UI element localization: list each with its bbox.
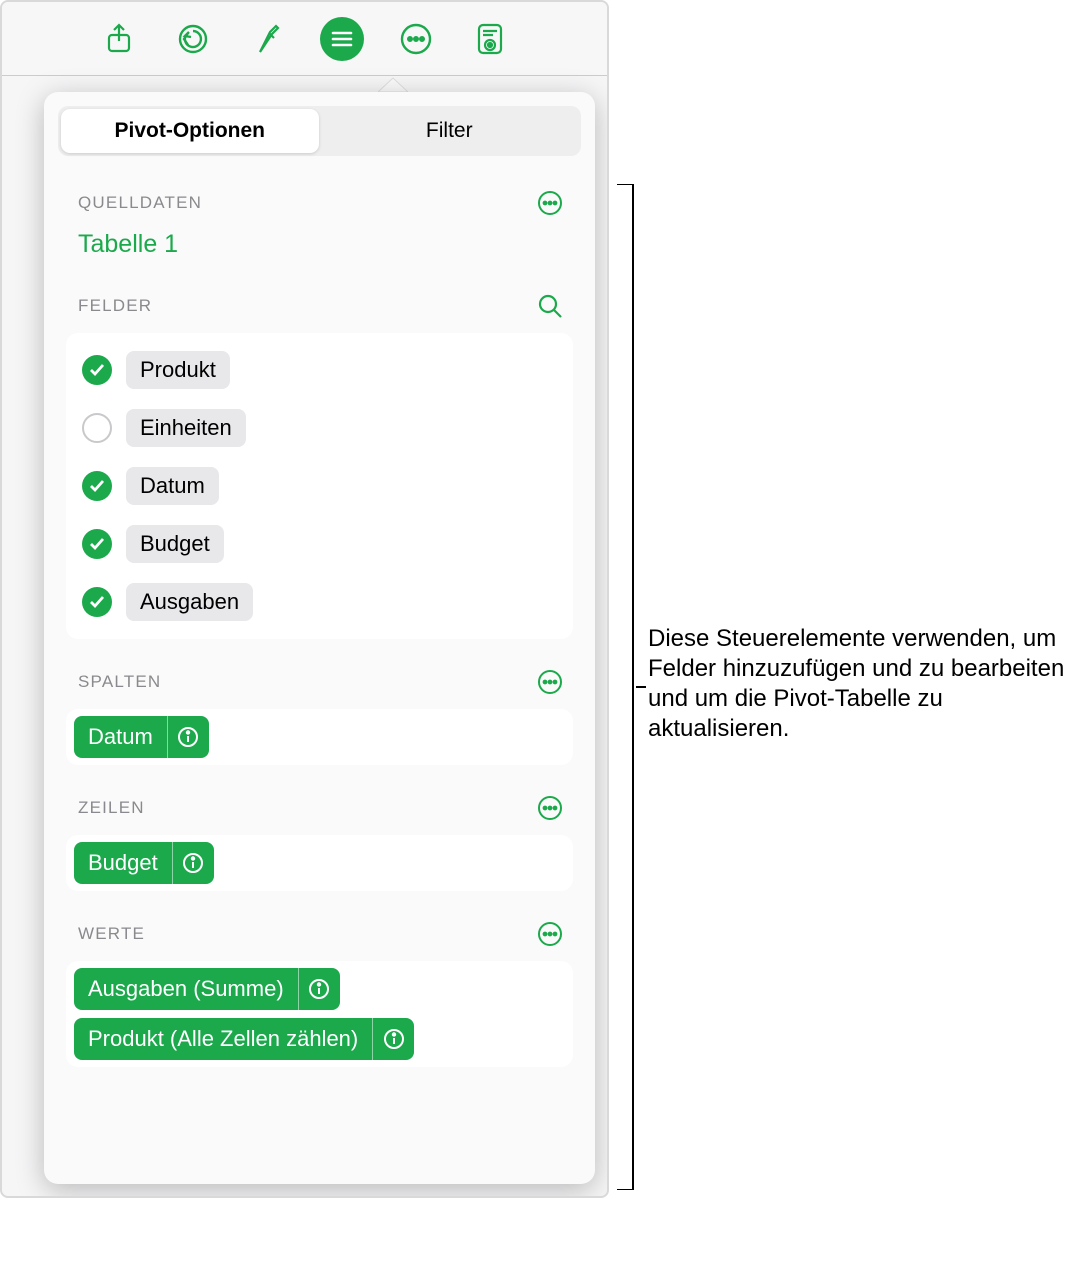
tab-bar: Pivot-Optionen Filter [58, 106, 581, 156]
callout-tick [636, 686, 646, 688]
tab-pivot-options[interactable]: Pivot-Optionen [61, 109, 319, 153]
values-more-icon[interactable] [535, 919, 565, 949]
info-icon[interactable] [172, 842, 214, 884]
values-bucket[interactable]: Ausgaben (Summe) Produkt (Alle Zellen zä… [66, 961, 573, 1067]
info-icon[interactable] [167, 716, 209, 758]
values-section-head: WERTE [58, 909, 581, 957]
field-pill: Produkt [126, 351, 230, 389]
source-section-head: QUELLDATEN [58, 178, 581, 226]
search-icon[interactable] [535, 291, 565, 321]
field-row[interactable]: Produkt [78, 341, 561, 399]
chip-label: Produkt (Alle Zellen zählen) [74, 1018, 372, 1060]
app-window: Pivot-Optionen Filter QUELLDATEN Tabelle… [0, 0, 609, 1198]
values-label: WERTE [78, 924, 145, 944]
more-icon[interactable] [394, 17, 438, 61]
pivot-options-panel: Pivot-Optionen Filter QUELLDATEN Tabelle… [44, 92, 595, 1184]
source-name[interactable]: Tabelle 1 [58, 226, 581, 281]
field-row[interactable]: Budget [78, 515, 561, 573]
info-icon[interactable] [298, 968, 340, 1010]
checkmark-icon[interactable] [82, 355, 112, 385]
columns-bucket[interactable]: Datum [66, 709, 573, 765]
field-row[interactable]: Einheiten [78, 399, 561, 457]
checkmark-icon[interactable] [82, 529, 112, 559]
column-chip[interactable]: Datum [74, 716, 209, 758]
source-more-icon[interactable] [535, 188, 565, 218]
info-icon[interactable] [372, 1018, 414, 1060]
chip-label: Ausgaben (Summe) [74, 968, 298, 1010]
source-label: QUELLDATEN [78, 193, 202, 213]
toolbar [2, 2, 607, 76]
fields-label: FELDER [78, 296, 152, 316]
popover-arrow [378, 76, 408, 92]
field-pill: Einheiten [126, 409, 246, 447]
callout-text: Diese Steuerelemente verwenden, um Felde… [648, 624, 1068, 744]
value-chip[interactable]: Produkt (Alle Zellen zählen) [74, 1018, 414, 1060]
tab-filter[interactable]: Filter [321, 109, 579, 153]
share-icon[interactable] [97, 17, 141, 61]
row-chip[interactable]: Budget [74, 842, 214, 884]
chip-label: Budget [74, 842, 172, 884]
field-pill: Ausgaben [126, 583, 253, 621]
organize-icon[interactable] [468, 17, 512, 61]
callout-bracket [615, 184, 637, 1190]
rows-more-icon[interactable] [535, 793, 565, 823]
field-pill: Budget [126, 525, 224, 563]
chip-label: Datum [74, 716, 167, 758]
columns-more-icon[interactable] [535, 667, 565, 697]
undo-icon[interactable] [171, 17, 215, 61]
value-chip[interactable]: Ausgaben (Summe) [74, 968, 340, 1010]
pivot-icon[interactable] [320, 17, 364, 61]
checkmark-icon[interactable] [82, 587, 112, 617]
fields-section-head: FELDER [58, 281, 581, 329]
format-icon[interactable] [245, 17, 289, 61]
checkmark-icon[interactable] [82, 413, 112, 443]
checkmark-icon[interactable] [82, 471, 112, 501]
columns-section-head: SPALTEN [58, 657, 581, 705]
columns-label: SPALTEN [78, 672, 161, 692]
field-row[interactable]: Ausgaben [78, 573, 561, 631]
fields-list: Produkt Einheiten Datum Budget [66, 333, 573, 639]
rows-bucket[interactable]: Budget [66, 835, 573, 891]
field-row[interactable]: Datum [78, 457, 561, 515]
rows-label: ZEILEN [78, 798, 145, 818]
rows-section-head: ZEILEN [58, 783, 581, 831]
field-pill: Datum [126, 467, 219, 505]
